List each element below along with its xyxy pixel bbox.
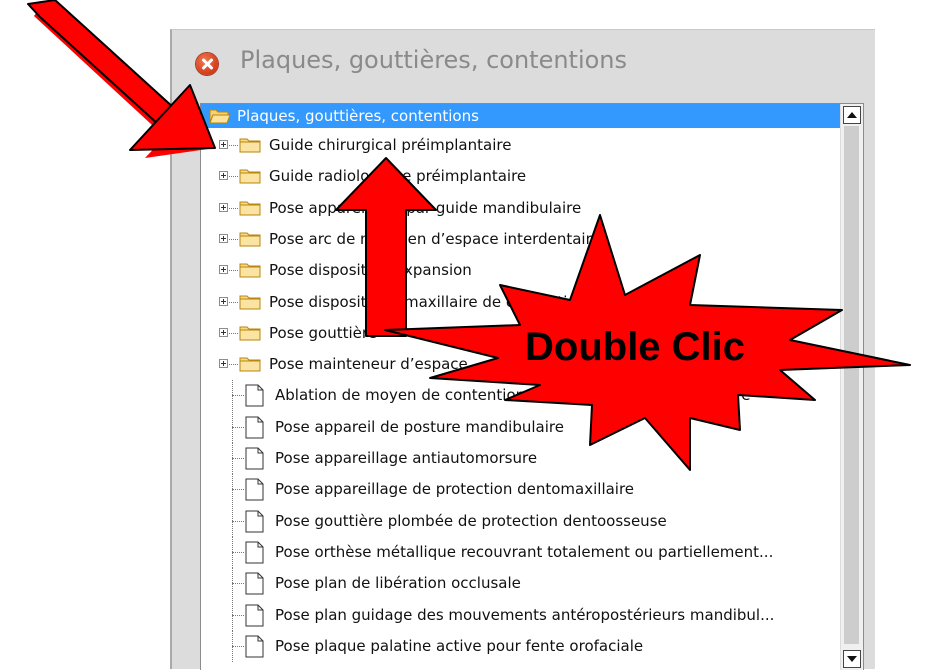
tree-document-item[interactable]: Pose appareillage antiautomorsure (201, 443, 841, 474)
open-folder-icon (209, 109, 231, 124)
plus-box-icon[interactable] (219, 296, 228, 306)
document-icon (245, 478, 264, 501)
title-bar: Plaques, gouttières, contentions (172, 30, 875, 98)
tree-folder-label: Guide radiologique préimplantaire (269, 167, 527, 186)
plus-box-icon[interactable] (219, 233, 228, 243)
double-click-label: Double Clic (525, 325, 746, 369)
plus-box-icon[interactable] (219, 359, 228, 369)
folder-icon (239, 326, 261, 341)
vertical-scrollbar[interactable] (840, 104, 863, 670)
tree-folder-item[interactable]: Guide radiologique préimplantaire (201, 161, 841, 192)
tree-document-label: Ablation de moyen de contention maxillai… (275, 386, 751, 405)
tree-document-label: Pose plan de libération occlusale (275, 574, 521, 593)
window-title: Plaques, gouttières, contentions (240, 46, 628, 74)
document-icon (245, 510, 264, 533)
folder-icon (239, 232, 261, 247)
document-icon (245, 604, 264, 626)
tree-folder-label: Pose appareillage par guide mandibulaire (269, 198, 582, 217)
plus-box-icon[interactable] (219, 327, 228, 337)
scroll-down-arrow-icon[interactable] (843, 650, 861, 668)
tree-folder-label: Pose dispositif d’expansion (269, 261, 472, 280)
scroll-up-arrow-icon[interactable] (843, 106, 861, 124)
tree-document-item[interactable]: Ablation de moyen de contention maxillai… (201, 380, 841, 412)
tree-document-item[interactable]: Pose plaque palatine active pour fente o… (201, 630, 841, 662)
dialog-window: Plaques, gouttières, contentions Plaques… (170, 29, 875, 670)
folder-icon (239, 263, 261, 278)
plus-box-icon[interactable] (219, 140, 228, 149)
tree-document-label: Pose plaque palatine active pour fente o… (275, 636, 644, 655)
tree-root-item[interactable]: Plaques, gouttières, contentions (201, 104, 841, 128)
tree-document-label: Pose gouttière plombée de protection den… (275, 511, 667, 530)
tree-document-label: Pose plan guidage des mouvements antérop… (275, 605, 775, 624)
tree-document-item[interactable]: Pose plan guidage des mouvements antérop… (201, 599, 841, 631)
document-icon (245, 384, 264, 407)
tree-document-item[interactable]: Pose gouttière plombée de protection den… (201, 505, 841, 537)
document-icon (245, 635, 264, 658)
tree-view[interactable]: Plaques, gouttières, contentions Guide c… (200, 103, 864, 670)
folder-icon (239, 295, 261, 309)
tree-document-item[interactable]: Pose appareillage de protection dentomax… (201, 474, 841, 506)
tree-document-item[interactable]: Pose appareil de posture mandibulaire (201, 411, 841, 443)
tree-root-label: Plaques, gouttières, contentions (237, 107, 479, 125)
tree-folder-label: Pose arc de maintien d’espace interdenta… (269, 229, 601, 248)
tree-folder-item[interactable]: Guide chirurgical préimplantaire (201, 130, 841, 161)
tree-document-label: Pose orthèse métallique recouvrant total… (275, 542, 774, 561)
tree-document-label: Pose appareil de posture mandibulaire (275, 417, 564, 436)
tree-folder-item[interactable]: Pose appareillage par guide mandibulaire (201, 193, 841, 224)
tree-folder-label: Pose dispositif unimaxillaire de content… (269, 292, 654, 311)
tree-folder-item[interactable]: Pose dispositif unimaxillaire de content… (201, 287, 841, 318)
tree-folder-item[interactable]: Pose dispositif d’expansion (201, 255, 841, 286)
scroll-thumb[interactable] (844, 126, 859, 644)
tree-folder-label: Pose mainteneur d’espace (269, 355, 468, 374)
document-icon (245, 447, 264, 470)
close-icon[interactable] (196, 53, 218, 75)
tree-folder-label: Pose gouttière (269, 323, 377, 342)
tree-document-label: Pose appareillage de protection dentomax… (275, 480, 635, 499)
plus-box-icon[interactable] (219, 265, 228, 275)
folder-icon (239, 138, 261, 153)
tree-document-item[interactable]: Pose plan de libération occlusale (201, 568, 841, 600)
folder-icon (239, 357, 261, 372)
tree-document-item[interactable]: Pose orthèse métallique recouvrant total… (201, 536, 841, 568)
tree-folder-item[interactable]: Pose arc de maintien d’espace interdenta… (201, 224, 841, 255)
folder-icon (239, 201, 261, 216)
tree-document-label: Pose appareillage antiautomorsure (275, 449, 538, 467)
plus-box-icon[interactable] (219, 171, 228, 181)
document-icon (245, 572, 264, 595)
tree-folder-label: Guide chirurgical préimplantaire (269, 136, 512, 154)
plus-box-icon[interactable] (219, 202, 228, 212)
folder-icon (239, 169, 261, 184)
document-icon (245, 416, 264, 439)
document-icon (245, 541, 264, 564)
